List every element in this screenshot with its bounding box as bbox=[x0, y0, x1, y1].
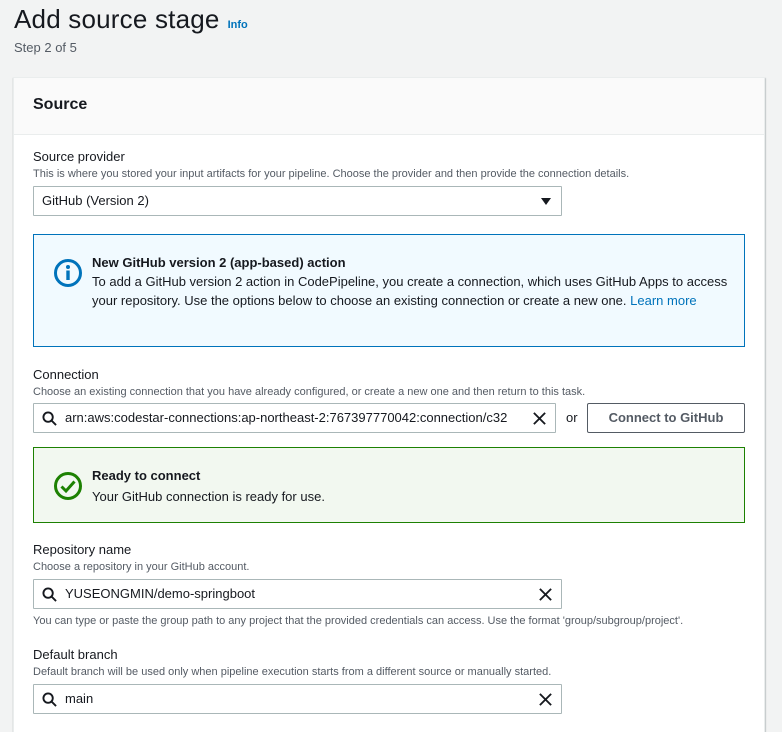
close-icon[interactable] bbox=[532, 411, 547, 426]
close-icon[interactable] bbox=[538, 692, 553, 707]
success-alert-body: Your GitHub connection is ready for use. bbox=[92, 489, 325, 504]
repository-label: Repository name bbox=[33, 542, 132, 557]
caret-down-icon bbox=[541, 198, 551, 205]
connection-label: Connection bbox=[33, 367, 99, 382]
panel-header: Source bbox=[14, 78, 764, 135]
page-title: Add source stage bbox=[14, 4, 220, 34]
panel-title: Source bbox=[33, 96, 88, 113]
branch-search-input[interactable]: main bbox=[33, 684, 562, 714]
or-text: or bbox=[566, 410, 578, 425]
search-icon bbox=[42, 587, 57, 602]
connection-search-input[interactable]: arn:aws:codestar-connections:ap-northeas… bbox=[33, 403, 556, 433]
repository-value: YUSEONGMIN/demo-springboot bbox=[65, 586, 256, 601]
page-title-row: Add source stage Info bbox=[14, 4, 248, 35]
source-provider-select[interactable]: GitHub (Version 2) bbox=[33, 186, 562, 216]
source-provider-value: GitHub (Version 2) bbox=[42, 193, 149, 208]
step-indicator: Step 2 of 5 bbox=[14, 40, 77, 55]
branch-value: main bbox=[65, 691, 94, 706]
info-link[interactable]: Info bbox=[228, 19, 248, 31]
connect-to-github-button[interactable]: Connect to GitHub bbox=[587, 403, 745, 433]
connection-description: Choose an existing connection that you h… bbox=[33, 386, 586, 398]
repository-description: Choose a repository in your GitHub accou… bbox=[33, 561, 250, 573]
info-alert-title: New GitHub version 2 (app-based) action bbox=[92, 255, 346, 270]
success-alert-title: Ready to connect bbox=[92, 468, 201, 483]
info-alert: New GitHub version 2 (app-based) action … bbox=[33, 234, 745, 347]
search-icon bbox=[42, 692, 57, 707]
close-icon[interactable] bbox=[538, 587, 553, 602]
branch-label: Default branch bbox=[33, 647, 118, 662]
info-circle-icon bbox=[54, 259, 82, 287]
repository-hint: You can type or paste the group path to … bbox=[33, 615, 684, 627]
check-circle-icon bbox=[54, 472, 82, 500]
source-provider-label: Source provider bbox=[33, 149, 125, 164]
source-provider-description: This is where you stored your input arti… bbox=[33, 168, 630, 180]
connection-value: arn:aws:codestar-connections:ap-northeas… bbox=[65, 410, 508, 425]
branch-description: Default branch will be used only when pi… bbox=[33, 666, 552, 678]
success-alert: Ready to connect Your GitHub connection … bbox=[33, 447, 745, 523]
learn-more-link[interactable]: Learn more bbox=[630, 293, 696, 308]
info-alert-body: To add a GitHub version 2 action in Code… bbox=[92, 272, 732, 310]
repository-search-input[interactable]: YUSEONGMIN/demo-springboot bbox=[33, 579, 562, 609]
search-icon bbox=[42, 411, 57, 426]
